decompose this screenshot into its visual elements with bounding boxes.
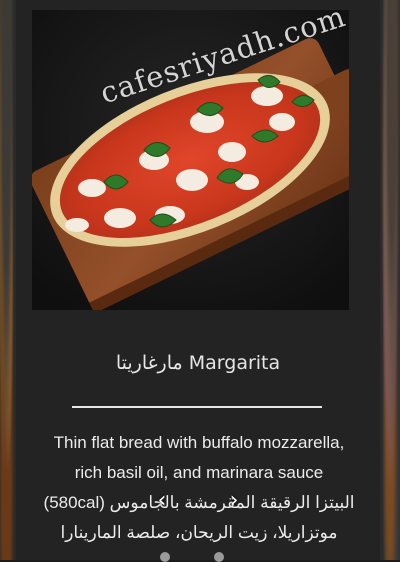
chevron-left-icon[interactable]: ‹ [150,488,174,514]
description-line-ar-2: موتزاريلا، زيت الريحان، صلصة المارينارا [60,523,338,542]
description-line-en-2: rich basil oil, and marinara sauce [74,463,324,482]
item-description: Thin flat bread with buffalo mozzarella,… [22,428,376,548]
title-divider [72,406,322,408]
chevron-right-icon[interactable]: › [222,488,246,514]
carousel-dot[interactable] [214,552,224,562]
item-title: مارغاريتا Margarita [115,352,281,374]
carousel-dot[interactable] [160,552,170,562]
previous-slide-peek [0,0,16,560]
description-line-en-1: Thin flat bread with buffalo mozzarella, [53,433,345,452]
description-line-ar-1: البيتزا الرقيقة المقرمشة بالجاموس (580ca… [43,493,355,512]
next-slide-peek [380,0,400,560]
